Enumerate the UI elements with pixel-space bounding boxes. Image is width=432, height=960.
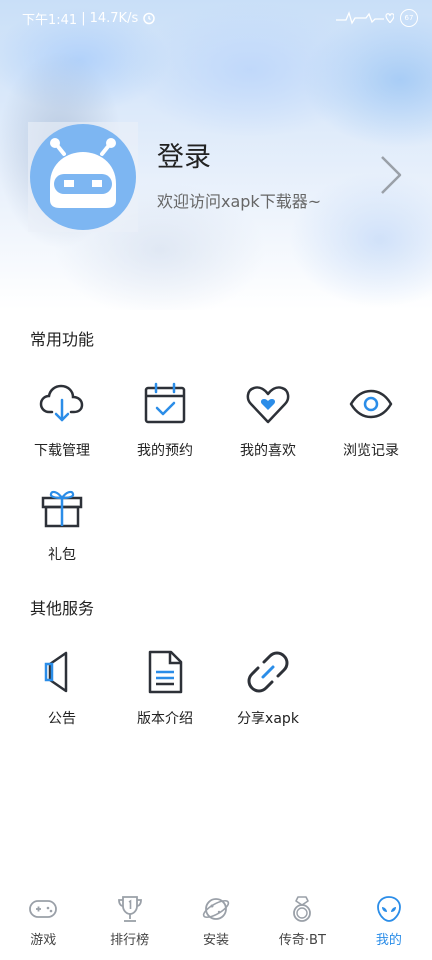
other-services-title: 其他服务	[30, 599, 95, 618]
status-speed: 14.7K/s	[89, 10, 139, 26]
status-time: 下午1:41	[22, 12, 78, 28]
bottom-tab-bar: 游戏 排行榜 安装 传奇·BT 我的	[0, 882, 432, 960]
version-intro-label: 版本介绍	[137, 711, 193, 727]
tab-games-label: 游戏	[30, 933, 57, 948]
cloud-download-icon	[39, 384, 84, 422]
tab-legend-bt[interactable]: 传奇·BT	[259, 882, 345, 960]
battery-icon: 67	[400, 9, 418, 27]
alien-icon	[376, 896, 401, 922]
calendar-check-icon	[144, 382, 186, 424]
tab-install-label: 安装	[203, 933, 230, 948]
planet-icon	[202, 898, 230, 920]
gift-icon	[41, 490, 83, 528]
browse-history-label: 浏览记录	[343, 443, 399, 459]
announcement-item[interactable]: 公告	[10, 648, 114, 748]
tab-legend-bt-label: 传奇·BT	[278, 933, 326, 948]
heart-icon	[246, 386, 290, 424]
tab-mine-label: 我的	[375, 933, 402, 948]
my-favorites-item[interactable]: 我的喜欢	[216, 380, 320, 480]
download-manager-label: 下载管理	[34, 443, 90, 459]
tab-ranking-label: 排行榜	[110, 933, 150, 948]
share-xapk-item[interactable]: 分享xapk	[216, 648, 320, 748]
battery-level: 67	[404, 14, 414, 22]
download-manager-item[interactable]: 下载管理	[10, 380, 114, 480]
share-xapk-label: 分享xapk	[237, 711, 299, 727]
tab-games[interactable]: 游戏	[0, 882, 86, 960]
document-icon	[148, 650, 183, 694]
eye-icon	[349, 389, 393, 419]
alarm-icon	[143, 12, 155, 25]
speaker-icon	[44, 651, 68, 693]
avatar[interactable]	[28, 122, 138, 232]
login-label[interactable]: 登录	[157, 135, 211, 174]
link-icon	[247, 651, 289, 693]
common-functions-title: 常用功能	[30, 330, 95, 349]
status-right: 67	[336, 9, 418, 27]
gift-pack-item[interactable]: 礼包	[10, 484, 114, 584]
status-left: 下午1:41 | 14.7K/s	[22, 9, 156, 28]
gift-pack-label: 礼包	[48, 547, 76, 563]
welcome-text: 欢迎访问xapk下载器~	[157, 192, 322, 211]
tab-install[interactable]: 安装	[173, 882, 259, 960]
pulse-icon	[336, 11, 394, 25]
status-divider: |	[81, 10, 86, 26]
browse-history-item[interactable]: 浏览记录	[319, 380, 423, 480]
tab-ranking[interactable]: 排行榜	[86, 882, 172, 960]
chevron-right-icon[interactable]	[372, 153, 408, 197]
ring-icon	[293, 896, 312, 922]
my-reservation-label: 我的预约	[137, 443, 193, 459]
my-favorites-label: 我的喜欢	[240, 443, 296, 459]
trophy-icon	[117, 896, 142, 922]
status-bar: 下午1:41 | 14.7K/s 67	[0, 0, 432, 36]
version-intro-item[interactable]: 版本介绍	[113, 648, 217, 748]
my-reservation-item[interactable]: 我的预约	[113, 380, 217, 480]
announcement-label: 公告	[48, 711, 76, 727]
tab-mine[interactable]: 我的	[346, 882, 432, 960]
gamepad-icon	[29, 900, 58, 918]
